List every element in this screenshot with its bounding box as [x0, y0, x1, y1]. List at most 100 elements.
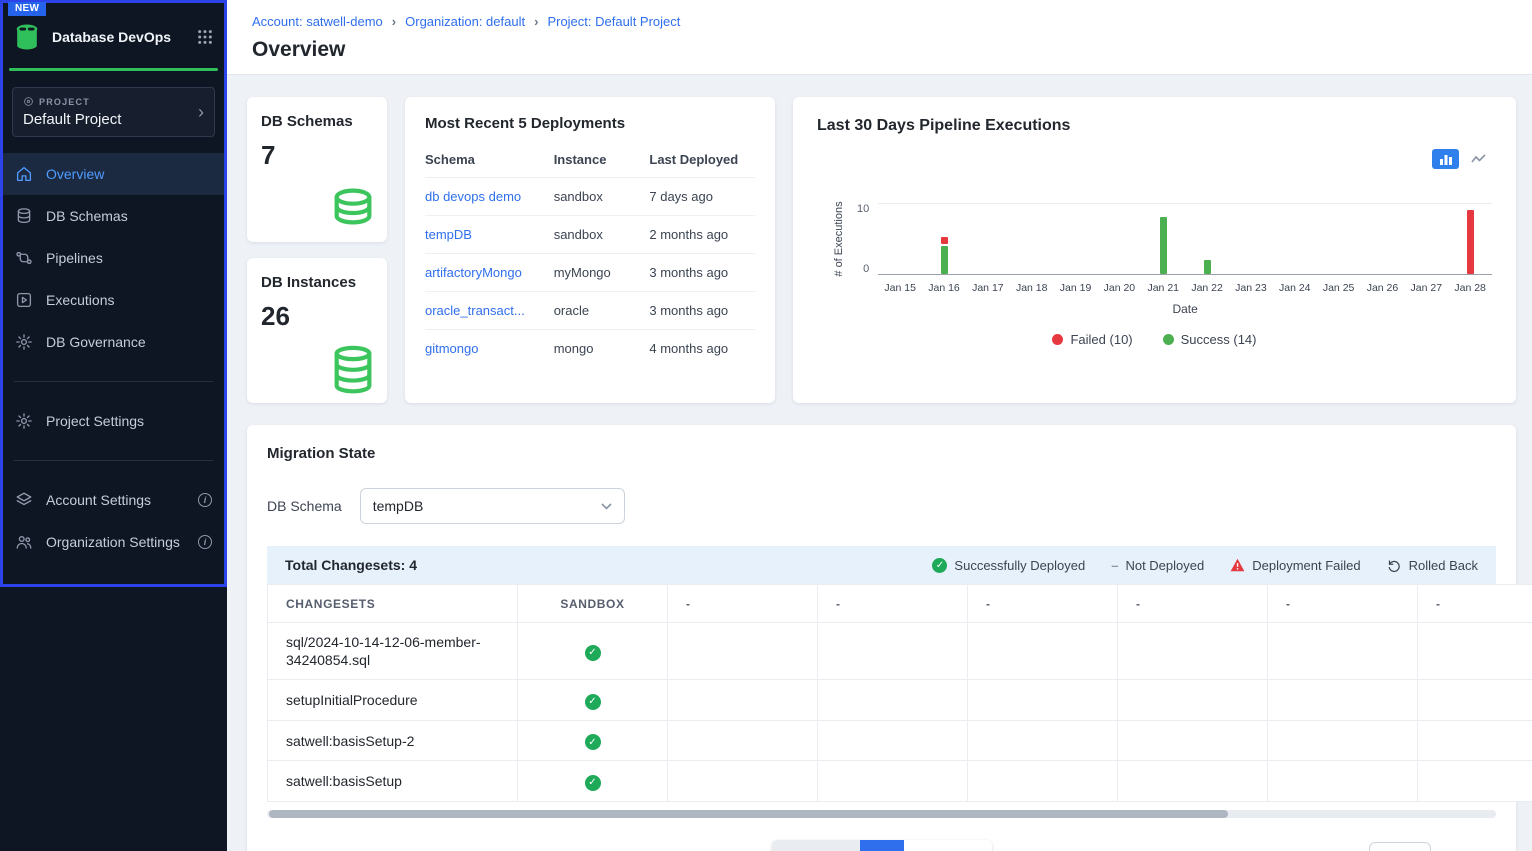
- sidebar-item-executions[interactable]: Executions: [0, 279, 227, 321]
- db-schemas-card[interactable]: DB Schemas 7: [247, 97, 387, 242]
- project-name: Default Project: [23, 111, 121, 128]
- bar-success: [941, 246, 948, 274]
- section-title: Migration State: [247, 445, 1516, 462]
- sidebar-item-project-settings[interactable]: Project Settings: [0, 400, 227, 442]
- legend-rolled-back: Rolled Back: [1387, 558, 1478, 573]
- chart-bar-group: [1097, 203, 1141, 274]
- chevron-right-icon: ›: [534, 14, 538, 29]
- bar-chart-toggle[interactable]: [1432, 149, 1459, 169]
- sidebar-item-db-governance[interactable]: DB Governance: [0, 321, 227, 363]
- table-row: artifactoryMongo myMongo 3 months ago: [425, 254, 755, 292]
- chevron-right-icon: ›: [198, 103, 204, 121]
- chart-title: Last 30 Days Pipeline Executions: [817, 117, 1070, 135]
- col-header: -: [668, 585, 818, 623]
- chart-bar-group: [878, 203, 922, 274]
- chart-plot: [878, 203, 1492, 275]
- changeset-name: setupInitialProcedure: [268, 680, 518, 721]
- horizontal-scrollbar[interactable]: [267, 810, 1496, 818]
- db-schema-label: DB Schema: [267, 498, 342, 514]
- deployed-cell: 2 months ago: [649, 216, 755, 254]
- x-tick-label: Jan 18: [1010, 282, 1054, 294]
- success-check-icon[interactable]: ✓: [585, 775, 601, 791]
- instance-cell: mongo: [554, 330, 650, 368]
- success-check-icon[interactable]: ✓: [585, 645, 601, 661]
- info-icon[interactable]: i: [198, 493, 212, 507]
- db-schema-select[interactable]: tempDB: [360, 488, 625, 524]
- sidebar-item-db-schemas[interactable]: DB Schemas: [0, 195, 227, 237]
- deployed-cell: 7 days ago: [649, 178, 755, 216]
- project-icon: [23, 96, 34, 107]
- page-1-button[interactable]: 1: [860, 840, 904, 851]
- project-selector[interactable]: PROJECT Default Project ›: [12, 87, 215, 137]
- changeset-row: setupInitialProcedure ✓: [268, 680, 1532, 721]
- sidebar-item-account-settings[interactable]: Account Settings i: [0, 479, 227, 521]
- apps-grid-icon[interactable]: [197, 29, 213, 45]
- info-icon[interactable]: i: [198, 535, 212, 549]
- success-check-icon[interactable]: ✓: [585, 694, 601, 710]
- project-label: PROJECT: [39, 97, 90, 107]
- pipeline-icon: [15, 249, 33, 267]
- legend-not-deployed: – Not Deployed: [1111, 558, 1204, 573]
- legend-label: Failed (10): [1070, 332, 1132, 347]
- breadcrumb-account[interactable]: Account: satwell-demo: [252, 14, 383, 29]
- brand-underline: [9, 68, 218, 71]
- database-icon: [325, 182, 381, 238]
- stat-value: 7: [261, 140, 373, 171]
- sidebar-nav: Overview DB Schemas Pipelines Executions…: [0, 153, 227, 563]
- breadcrumb: Account: satwell-demo › Organization: de…: [252, 14, 1508, 29]
- bar-chart-icon: [1439, 154, 1453, 165]
- chevron-down-icon: [601, 503, 612, 510]
- legend-item-failed[interactable]: Failed (10): [1052, 332, 1132, 347]
- sidebar-item-overview[interactable]: Overview: [0, 153, 227, 195]
- legend-successfully-deployed: ✓ Successfully Deployed: [932, 558, 1085, 573]
- next-page-button[interactable]: Next →: [904, 840, 992, 851]
- sidebar-item-label: Overview: [46, 166, 104, 182]
- sidebar-item-label: Executions: [46, 292, 114, 308]
- schema-link[interactable]: tempDB: [425, 227, 472, 242]
- pagination: 4 of 4 ← Prev 1 Next → Show 10: [267, 840, 1496, 851]
- legend-label: Deployment Failed: [1252, 558, 1360, 573]
- breadcrumb-organization[interactable]: Organization: default: [405, 14, 525, 29]
- chart-bar-group: [1317, 203, 1361, 274]
- legend-deployment-failed: Deployment Failed: [1230, 558, 1360, 573]
- changeset-row: satwell:basisSetup-2 ✓: [268, 720, 1532, 761]
- page-header: Account: satwell-demo › Organization: de…: [227, 0, 1532, 75]
- chart-bar-group: [1361, 203, 1405, 274]
- recent-deployments-card: Most Recent 5 Deployments Schema Instanc…: [405, 97, 775, 403]
- schema-link[interactable]: artifactoryMongo: [425, 265, 522, 280]
- schema-link[interactable]: gitmongo: [425, 341, 478, 356]
- y-tick: 0: [863, 263, 869, 275]
- db-instances-card[interactable]: DB Instances 26: [247, 258, 387, 403]
- page-size-select[interactable]: 10: [1369, 842, 1431, 851]
- x-axis-title: Date: [878, 302, 1492, 316]
- chart-legend: Failed (10) Success (14): [817, 332, 1492, 347]
- dash-icon: –: [1111, 558, 1118, 573]
- sidebar-item-pipelines[interactable]: Pipelines: [0, 237, 227, 279]
- stat-value: 26: [261, 301, 373, 332]
- breadcrumb-project[interactable]: Project: Default Project: [547, 14, 680, 29]
- sidebar-item-label: DB Schemas: [46, 208, 128, 224]
- col-header: -: [1418, 585, 1532, 623]
- rollback-icon: [1387, 558, 1402, 573]
- table-row: oracle_transact... oracle 3 months ago: [425, 292, 755, 330]
- selected-schema: tempDB: [373, 498, 424, 514]
- scrollbar-thumb[interactable]: [269, 810, 1228, 818]
- instance-cell: sandbox: [554, 178, 650, 216]
- bar-success: [1160, 217, 1167, 274]
- prev-page-button[interactable]: ← Prev: [772, 840, 860, 851]
- x-tick-label: Jan 15: [878, 282, 922, 294]
- schema-link[interactable]: db devops demo: [425, 189, 521, 204]
- success-check-icon[interactable]: ✓: [585, 734, 601, 750]
- play-box-icon: [15, 291, 33, 309]
- line-chart-toggle[interactable]: [1465, 149, 1492, 169]
- x-tick-label: Jan 21: [1141, 282, 1185, 294]
- sidebar-item-organization-settings[interactable]: Organization Settings i: [0, 521, 227, 563]
- legend-item-success[interactable]: Success (14): [1163, 332, 1257, 347]
- database-stack-icon: [325, 343, 381, 399]
- success-dot-icon: [1163, 334, 1174, 345]
- changesets-table: CHANGESETS SANDBOX - - - - - - sql/2024-: [267, 584, 1532, 802]
- schema-link[interactable]: oracle_transact...: [425, 303, 525, 318]
- col-header: -: [968, 585, 1118, 623]
- legend-label: Successfully Deployed: [954, 558, 1085, 573]
- sidebar-item-label: Project Settings: [46, 413, 144, 429]
